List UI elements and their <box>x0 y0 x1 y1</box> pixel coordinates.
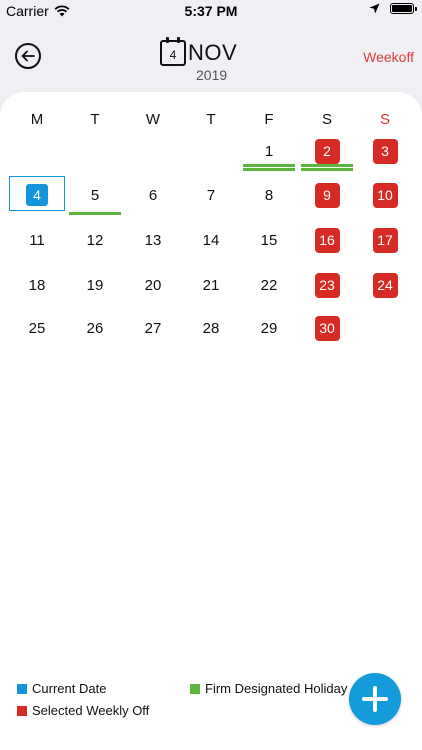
calendar-day[interactable]: 23 <box>298 272 356 300</box>
holiday-underline <box>301 168 353 171</box>
calendar-day[interactable]: 2 <box>298 138 356 166</box>
calendar-day[interactable]: 21 <box>182 272 240 300</box>
calendar-day[interactable]: 20 <box>124 272 182 300</box>
calendar-day[interactable]: 27 <box>124 315 182 343</box>
calendar-day[interactable]: 14 <box>182 227 240 255</box>
calendar-day-number: 10 <box>372 183 398 208</box>
add-button[interactable] <box>349 673 401 725</box>
holiday-underline <box>243 164 295 167</box>
firm-holiday-swatch <box>190 683 200 694</box>
battery-icon <box>390 3 417 14</box>
calendar-day[interactable]: 25 <box>8 315 66 343</box>
weekday-header: T <box>206 111 216 128</box>
calendar-day[interactable]: 1 <box>240 138 298 166</box>
calendar-day[interactable]: 17 <box>356 227 414 255</box>
calendar-day[interactable]: 22 <box>240 272 298 300</box>
calendar-icon: 4 <box>160 37 186 66</box>
calendar-day[interactable]: 5 <box>66 182 124 210</box>
calendar-day-number: 7 <box>206 187 216 204</box>
calendar-day[interactable]: 28 <box>182 315 240 343</box>
year-label: 2019 <box>196 67 228 83</box>
legend-current-date-label: Current Date <box>32 681 107 696</box>
calendar-day-number: 12 <box>86 232 104 249</box>
weekday-header: F <box>264 111 274 128</box>
arrow-left-icon <box>21 50 35 62</box>
calendar-day-number: 3 <box>372 139 398 164</box>
status-time: 5:37 PM <box>184 3 238 19</box>
calendar-day[interactable]: 18 <box>8 272 66 300</box>
holiday-underline <box>69 212 121 215</box>
calendar-day-number: 23 <box>314 273 340 298</box>
calendar-day[interactable]: 13 <box>124 227 182 255</box>
calendar-day[interactable]: 24 <box>356 272 414 300</box>
calendar-day-number: 21 <box>202 277 220 294</box>
month-title: NOV <box>188 40 238 65</box>
legend-firm-holiday-label: Firm Designated Holiday <box>205 681 348 696</box>
calendar-day-number: 1 <box>264 143 274 160</box>
legend-current-date: Current Date <box>17 681 106 696</box>
weekoff-button[interactable]: Weekoff <box>363 49 414 65</box>
weekday-header: W <box>145 111 161 128</box>
calendar-day-number: 15 <box>260 232 278 249</box>
calendar-day-number: 16 <box>314 228 340 253</box>
calendar-day-number: 14 <box>202 232 220 249</box>
calendar-day-number: 26 <box>86 320 104 337</box>
calendar-day-number: 24 <box>372 273 398 298</box>
calendar-day[interactable]: 3 <box>356 138 414 166</box>
status-bar: Carrier 5:37 PM <box>0 0 422 22</box>
current-date-swatch <box>17 683 27 694</box>
calendar-day-number: 9 <box>314 183 340 208</box>
calendar-day-number: 2 <box>314 139 340 164</box>
calendar-day-number: 5 <box>90 187 100 204</box>
calendar-day[interactable]: 26 <box>66 315 124 343</box>
calendar-day[interactable]: 6 <box>124 182 182 210</box>
calendar-day-number: 25 <box>28 320 46 337</box>
calendar-day-number: 11 <box>29 232 45 249</box>
calendar-day-number: 13 <box>144 232 162 249</box>
legend-weekly-off-label: Selected Weekly Off <box>32 703 150 718</box>
legend-firm-holiday: Firm Designated Holiday <box>190 681 347 696</box>
weekday-header: S <box>379 111 390 128</box>
weekday-header: S <box>321 111 332 128</box>
back-button[interactable] <box>15 43 41 69</box>
calendar-day-number: 6 <box>148 187 158 204</box>
current-date-outline <box>9 176 65 211</box>
calendar-day[interactable]: 29 <box>240 315 298 343</box>
calendar-day-number: 19 <box>86 277 104 294</box>
weekday-header: M <box>30 111 44 128</box>
calendar-day[interactable]: 10 <box>356 182 414 210</box>
calendar-day-number: 18 <box>28 277 46 294</box>
calendar-day[interactable]: 12 <box>66 227 124 255</box>
calendar-day[interactable]: 19 <box>66 272 124 300</box>
calendar-day-number: 29 <box>260 320 278 337</box>
weekly-off-swatch <box>17 705 27 716</box>
holiday-underline <box>243 168 295 171</box>
location-arrow-icon <box>369 3 380 14</box>
calendar-day[interactable]: 16 <box>298 227 356 255</box>
calendar-day[interactable]: 15 <box>240 227 298 255</box>
weekday-header: T <box>90 111 100 128</box>
holiday-underline <box>301 164 353 167</box>
plus-icon <box>362 686 388 712</box>
header: 4 NOV 2019 Weekoff <box>0 22 422 98</box>
calendar-day[interactable]: 30 <box>298 315 356 343</box>
calendar-day[interactable]: 7 <box>182 182 240 210</box>
calendar-day-number: 20 <box>144 277 162 294</box>
calendar-day-number: 17 <box>372 228 398 253</box>
calendar-icon-day: 4 <box>169 47 177 62</box>
calendar-day[interactable]: 9 <box>298 182 356 210</box>
legend-weekly-off: Selected Weekly Off <box>17 703 149 718</box>
calendar-day-number: 22 <box>260 277 278 294</box>
calendar-panel: Current Date Firm Designated Holiday Sel… <box>0 92 422 750</box>
calendar-day-number: 27 <box>144 320 162 337</box>
calendar-day[interactable]: 8 <box>240 182 298 210</box>
status-right <box>369 3 417 14</box>
calendar-day-number: 8 <box>264 187 274 204</box>
calendar-day-number: 30 <box>314 316 340 341</box>
month-selector[interactable]: 4 NOV <box>160 37 238 66</box>
calendar-day[interactable]: 11 <box>8 227 66 255</box>
calendar-day-number: 28 <box>202 320 220 337</box>
